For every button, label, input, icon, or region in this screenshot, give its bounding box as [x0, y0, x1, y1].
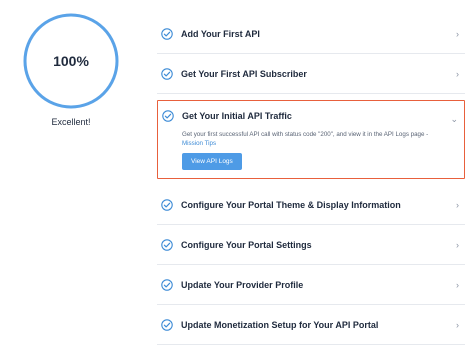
checklist-item-label: Update Monetization Setup for Your API P…	[181, 319, 379, 330]
progress-percent: 100%	[53, 53, 89, 69]
checklist-item-api-subscriber[interactable]: Get Your First API Subscriber ›	[157, 54, 465, 94]
checklist-item-label: Configure Your Portal Theme & Display In…	[181, 199, 401, 210]
chevron-right-icon[interactable]: ›	[456, 200, 459, 210]
checklist-item-add-api[interactable]: Add Your First API ›	[157, 14, 465, 54]
checklist-item-label: Configure Your Portal Settings	[181, 239, 312, 250]
item-description: Get your first successful API call with …	[182, 131, 456, 148]
check-circle-icon	[161, 318, 173, 331]
checklist-item-portal-settings[interactable]: Configure Your Portal Settings ›	[157, 225, 465, 265]
checklist-item-label: Add Your First API	[181, 28, 260, 39]
mission-tips-link[interactable]: Mission Tips	[182, 140, 456, 149]
onboarding-checklist: Add Your First API › Get Your First API …	[157, 14, 465, 345]
chevron-right-icon[interactable]: ›	[456, 69, 459, 79]
check-circle-icon	[161, 67, 173, 80]
item-description-text: Get your first successful API call with …	[182, 131, 429, 138]
chevron-right-icon[interactable]: ›	[456, 240, 459, 250]
checklist-item-monetization[interactable]: Update Monetization Setup for Your API P…	[157, 305, 465, 345]
check-circle-icon	[161, 198, 173, 211]
check-circle-icon	[161, 278, 173, 291]
chevron-right-icon[interactable]: ›	[456, 29, 459, 39]
checklist-item-label: Get Your Initial API Traffic	[182, 111, 292, 121]
check-circle-icon	[161, 238, 173, 251]
check-circle-icon	[161, 27, 173, 40]
chevron-right-icon[interactable]: ›	[456, 320, 459, 330]
checklist-item-provider-profile[interactable]: Update Your Provider Profile ›	[157, 265, 465, 305]
chevron-right-icon[interactable]: ›	[456, 280, 459, 290]
chevron-down-icon[interactable]: ⌄	[450, 114, 458, 125]
view-api-logs-button[interactable]: View API Logs	[182, 153, 242, 170]
checklist-item-api-traffic[interactable]: Get Your Initial API Traffic ⌄ Get your …	[157, 100, 465, 179]
progress-status: Excellent!	[51, 117, 91, 127]
checklist-item-label: Get Your First API Subscriber	[181, 68, 307, 79]
progress-panel: 100% Excellent!	[0, 0, 150, 355]
checklist-item-portal-theme[interactable]: Configure Your Portal Theme & Display In…	[157, 185, 465, 225]
checklist-item-label: Update Your Provider Profile	[181, 279, 304, 290]
check-circle-icon	[162, 110, 174, 122]
